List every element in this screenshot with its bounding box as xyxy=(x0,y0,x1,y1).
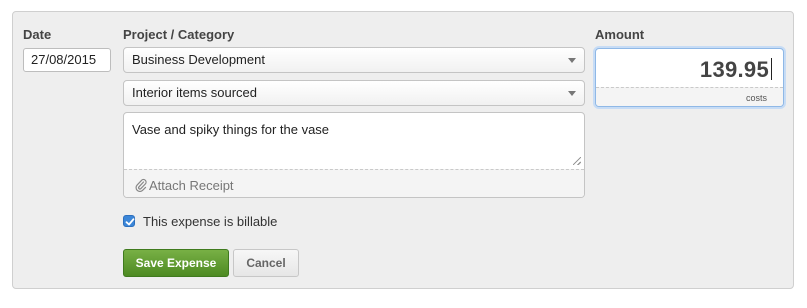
text-cursor xyxy=(771,58,772,80)
project-select[interactable]: Business Development xyxy=(123,47,585,73)
amount-input[interactable]: 139.95 costs xyxy=(595,48,784,107)
billable-checkbox[interactable] xyxy=(123,215,135,227)
expense-form: Date 27/08/2015 Project / Category Busin… xyxy=(12,11,794,289)
resize-grip-icon[interactable] xyxy=(573,157,581,165)
project-label: Project / Category xyxy=(123,27,235,42)
save-expense-button[interactable]: Save Expense xyxy=(123,249,229,277)
cancel-button[interactable]: Cancel xyxy=(233,249,299,277)
date-label: Date xyxy=(23,27,52,42)
amount-label: Amount xyxy=(595,27,645,42)
attach-receipt-label: Attach Receipt xyxy=(149,178,234,193)
amount-type-row: costs xyxy=(596,87,783,106)
amount-value: 139.95 xyxy=(699,57,769,82)
description-textarea[interactable]: Vase and spiky things for the vase Attac… xyxy=(123,112,585,198)
caret-down-icon xyxy=(568,58,576,63)
category-select[interactable]: Interior items sourced xyxy=(123,80,585,106)
paperclip-icon xyxy=(135,178,147,192)
attach-receipt-button[interactable]: Attach Receipt xyxy=(124,169,584,197)
caret-down-icon xyxy=(568,91,576,96)
date-input[interactable]: 27/08/2015 xyxy=(23,48,111,72)
check-icon xyxy=(125,218,135,226)
category-select-value: Interior items sourced xyxy=(132,85,257,100)
amount-type-label: costs xyxy=(745,93,767,103)
billable-label[interactable]: This expense is billable xyxy=(143,214,277,229)
project-select-value: Business Development xyxy=(132,52,265,67)
description-text: Vase and spiky things for the vase xyxy=(132,122,330,137)
